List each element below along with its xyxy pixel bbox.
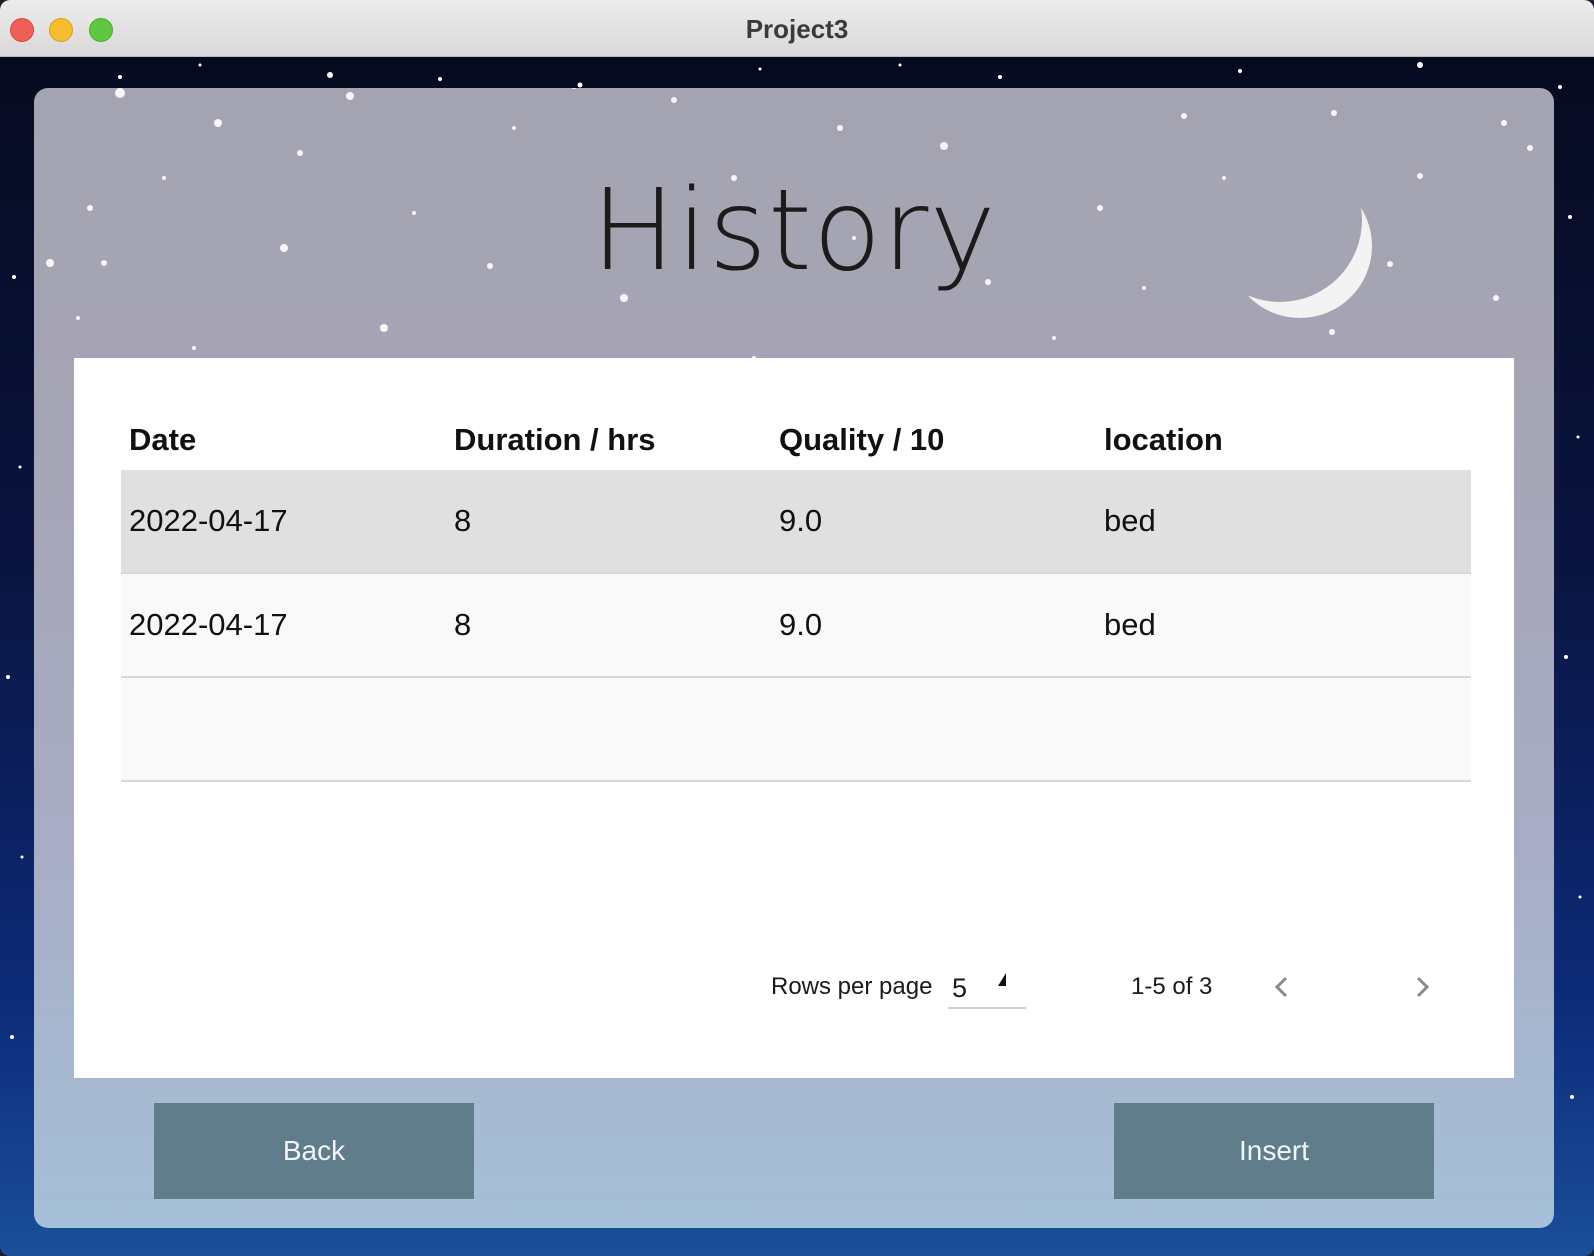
- column-header-quality[interactable]: Quality / 10: [771, 400, 1096, 458]
- column-header-duration[interactable]: Duration / hrs: [446, 400, 771, 458]
- table-pagination: Rows per page 5 1-5 of 3: [74, 973, 1514, 1023]
- cell-quality: 9.0: [779, 503, 823, 538]
- app-window: Project3 History Date Duration / hrs Qua…: [0, 0, 1594, 1256]
- insert-button[interactable]: Insert: [1114, 1103, 1434, 1199]
- dropdown-arrow-icon: [998, 973, 1006, 986]
- pagination-range: 1-5 of 3: [1131, 973, 1213, 1000]
- column-header-location[interactable]: location: [1096, 400, 1421, 458]
- column-header-date[interactable]: Date: [121, 400, 446, 458]
- next-page-button[interactable]: [1402, 967, 1442, 1007]
- cell-duration: 8: [454, 607, 472, 642]
- table-row[interactable]: 2022-04-17 8 9.0 bed: [121, 574, 1471, 678]
- table-row[interactable]: 2022-04-17 8 9.0 bed: [121, 470, 1471, 574]
- chevron-left-icon: [1274, 976, 1288, 998]
- cell-date: 2022-04-17: [129, 503, 288, 538]
- cell-location: bed: [1104, 607, 1156, 642]
- page-title: History: [591, 166, 997, 296]
- cell-date: 2022-04-17: [129, 607, 288, 642]
- cell-location: bed: [1104, 503, 1156, 538]
- cell-quality: 9.0: [779, 607, 823, 642]
- previous-page-button[interactable]: [1262, 967, 1302, 1007]
- title-bar: Project3: [0, 0, 1594, 57]
- empty-table-row: [121, 678, 1471, 782]
- back-button[interactable]: Back: [154, 1103, 474, 1199]
- history-table-card: Date Duration / hrs Quality / 10 locatio…: [74, 358, 1514, 1078]
- history-panel: History Date Duration / hrs Quality / 10…: [34, 88, 1554, 1228]
- rows-per-page-select[interactable]: 5: [948, 965, 1026, 1009]
- cell-duration: 8: [454, 503, 472, 538]
- window-title: Project3: [745, 14, 849, 44]
- chevron-right-icon: [1416, 976, 1430, 998]
- rows-per-page-value: 5: [952, 973, 968, 1003]
- history-table: Date Duration / hrs Quality / 10 locatio…: [121, 388, 1471, 782]
- table-header: Date Duration / hrs Quality / 10 locatio…: [121, 388, 1471, 470]
- rows-per-page-label: Rows per page: [771, 973, 933, 1000]
